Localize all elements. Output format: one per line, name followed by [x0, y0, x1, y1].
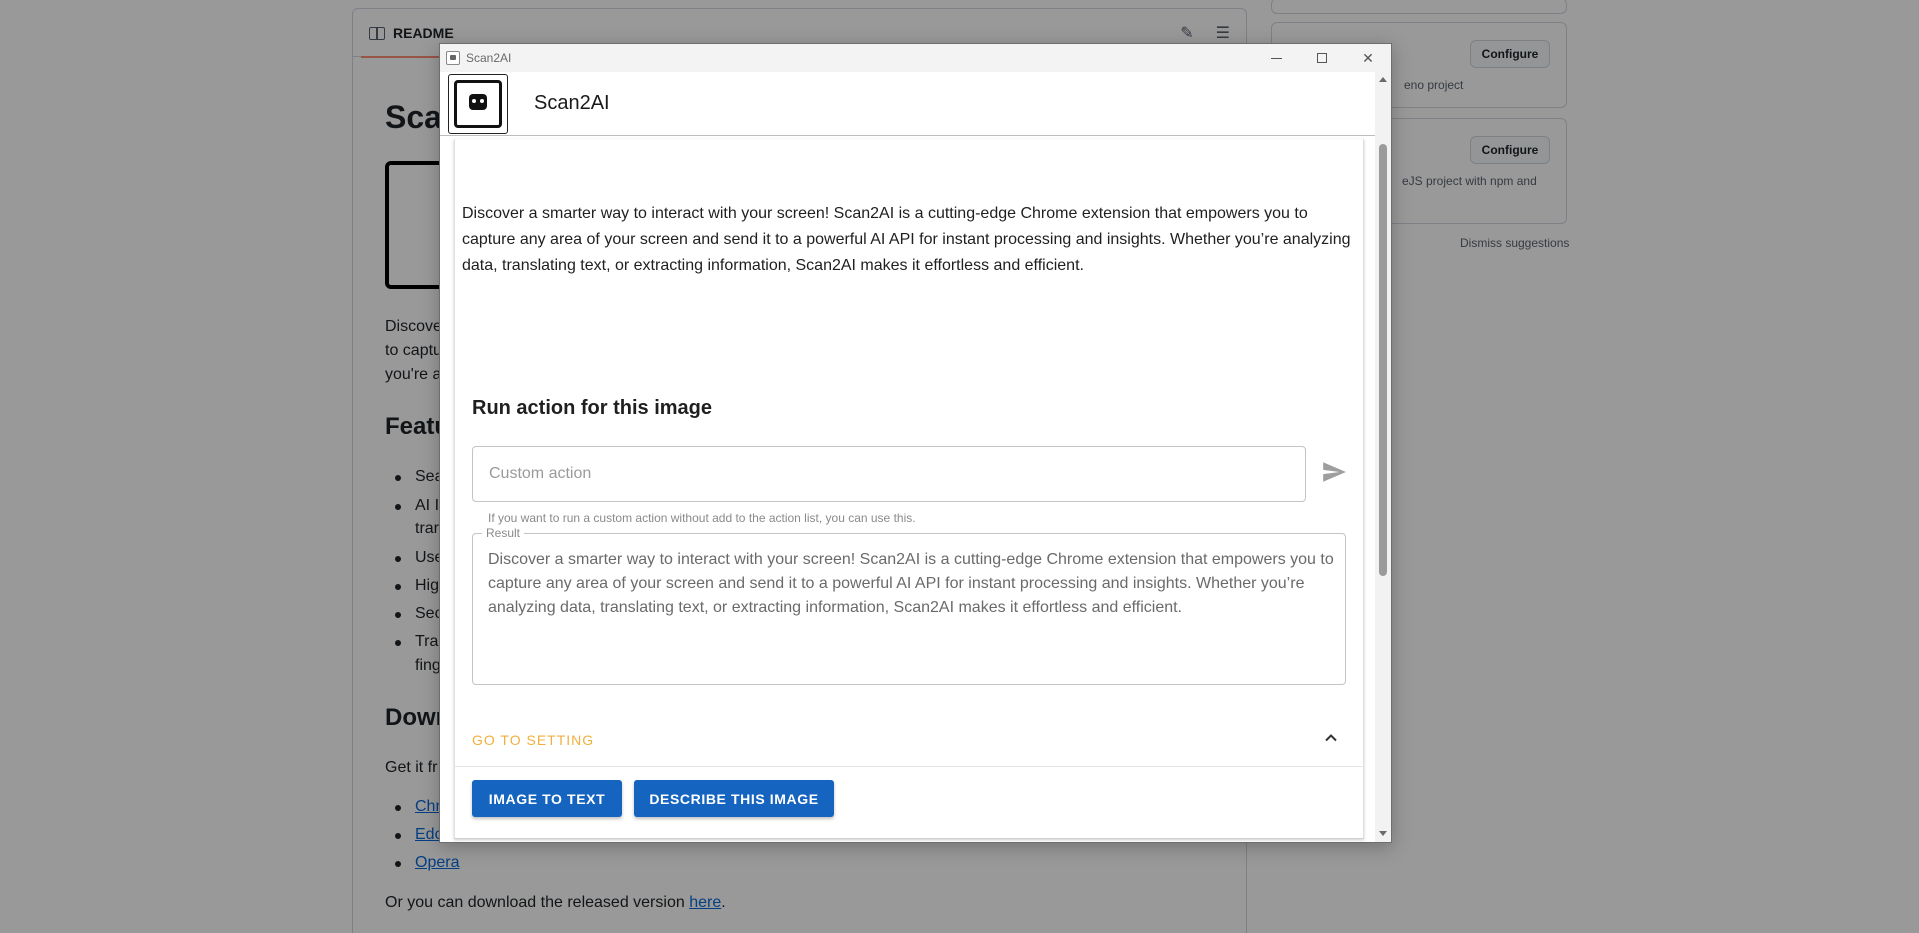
- vertical-scrollbar[interactable]: [1375, 72, 1391, 842]
- window-title: Scan2AI: [466, 51, 512, 65]
- robot-icon: [469, 94, 487, 110]
- scroll-down-arrow-icon[interactable]: [1379, 831, 1387, 836]
- custom-action-field[interactable]: [472, 446, 1306, 502]
- send-icon[interactable]: [1321, 459, 1347, 485]
- intro-text: Discover a smarter way to interact with …: [462, 205, 1351, 274]
- close-icon: ✕: [1362, 49, 1374, 66]
- app-name: Scan2AI: [534, 92, 610, 114]
- scan2ai-window: Scan2AI ✕ Scan2AI Discover a smarter way…: [439, 43, 1392, 843]
- result-label: Result: [482, 526, 525, 540]
- describe-image-button[interactable]: DESCRIBE THIS IMAGE: [634, 780, 834, 817]
- main-content: Discover a smarter way to interact with …: [454, 139, 1364, 839]
- settings-accordion[interactable]: GO TO SETTING: [455, 711, 1363, 767]
- go-to-setting-label[interactable]: GO TO SETTING: [472, 732, 594, 748]
- minimize-button[interactable]: [1253, 44, 1299, 72]
- app-logo: [448, 74, 508, 134]
- app-header: Scan2AI: [440, 72, 1376, 136]
- custom-action-input[interactable]: [473, 447, 1305, 501]
- scrollbar-thumb[interactable]: [1379, 144, 1387, 576]
- custom-action-helper-text: If you want to run a custom action witho…: [488, 511, 916, 525]
- image-to-text-button[interactable]: IMAGE TO TEXT: [472, 780, 622, 817]
- scroll-up-arrow-icon[interactable]: [1379, 77, 1387, 82]
- maximize-button[interactable]: [1299, 44, 1345, 72]
- close-button[interactable]: ✕: [1345, 44, 1391, 72]
- maximize-icon: [1317, 53, 1327, 63]
- minimize-icon: [1270, 57, 1282, 59]
- result-field[interactable]: Result Discover a smarter way to interac…: [472, 526, 1346, 685]
- app-small-icon: [446, 51, 460, 65]
- chevron-up-icon[interactable]: [1323, 730, 1339, 746]
- run-action-title: Run action for this image: [472, 397, 713, 419]
- title-bar[interactable]: Scan2AI ✕: [440, 44, 1391, 72]
- result-text[interactable]: Discover a smarter way to interact with …: [488, 548, 1338, 620]
